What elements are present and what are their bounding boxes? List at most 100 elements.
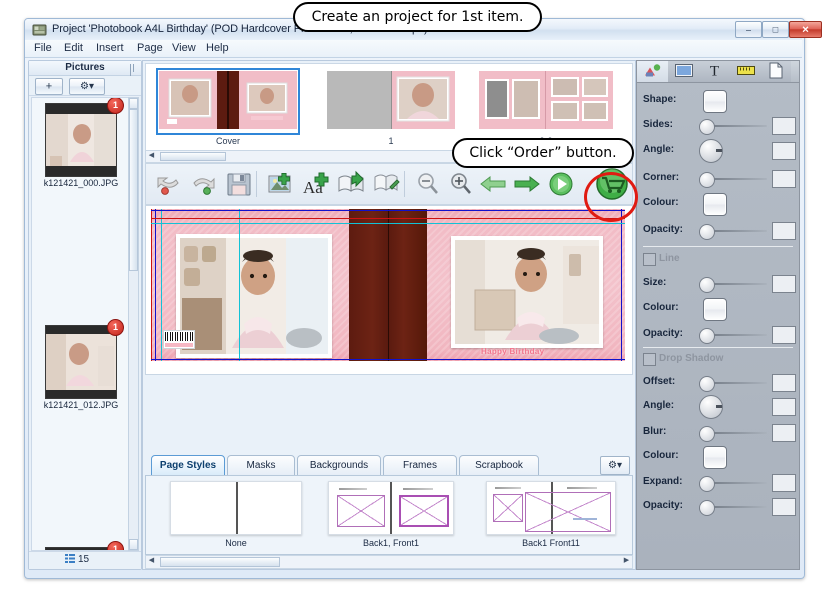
- scroll-left-icon[interactable]: ◀: [147, 152, 156, 160]
- zoom-out-button[interactable]: [412, 169, 442, 199]
- style-item-none[interactable]: None: [170, 481, 302, 548]
- tab-ruler[interactable]: [730, 61, 762, 82]
- save-button[interactable]: [224, 169, 254, 199]
- opacity-slider-knob[interactable]: [699, 224, 715, 240]
- shadow-opacity-slider-knob[interactable]: [699, 500, 715, 516]
- shape-icon: [644, 63, 662, 80]
- minimize-button[interactable]: –: [735, 21, 762, 38]
- photo-right[interactable]: [451, 236, 603, 348]
- maximize-button[interactable]: □: [762, 21, 789, 38]
- greeting-text[interactable]: Happy Birthday: [481, 347, 544, 356]
- expand-slider-knob[interactable]: [699, 476, 715, 492]
- property-row-line-toggle[interactable]: Line: [637, 249, 799, 273]
- add-image-button[interactable]: [266, 169, 296, 199]
- pictures-scrollbar[interactable]: [128, 97, 139, 551]
- shadow-colour-swatch[interactable]: [703, 446, 727, 469]
- previous-page-button[interactable]: [478, 169, 508, 199]
- style-item-back1-front1[interactable]: Back1, Front1: [328, 481, 454, 548]
- list-item[interactable]: 1 k121421_000.JPG: [32, 98, 130, 209]
- line-opacity-value-field[interactable]: [772, 326, 796, 344]
- panel-grip-icon[interactable]: [130, 64, 138, 80]
- scrollbar-thumb[interactable]: [160, 557, 280, 567]
- shadow-opacity-value-field[interactable]: [772, 498, 796, 516]
- pictures-options-button[interactable]: ⚙▾: [69, 78, 105, 95]
- picture-badge: 1: [107, 98, 124, 114]
- property-label: Offset:: [643, 376, 676, 387]
- menu-bar: File Edit Insert Page View Help: [25, 40, 802, 58]
- page-thumb-label: Cover: [215, 136, 240, 146]
- zoom-in-button[interactable]: [445, 169, 475, 199]
- style-options-button[interactable]: ⚙▾: [600, 456, 630, 475]
- page-thumb-2-3[interactable]: 2-3: [476, 68, 616, 146]
- line-checkbox[interactable]: [643, 253, 656, 266]
- canvas[interactable]: Happy Birthday: [145, 205, 633, 375]
- line-colour-swatch[interactable]: [703, 298, 727, 321]
- bottom-scrollbar[interactable]: ◀ ▶: [145, 555, 633, 569]
- tab-frame[interactable]: [668, 61, 700, 82]
- photo-left[interactable]: [176, 234, 332, 358]
- tab-scrapbook[interactable]: Scrapbook: [459, 455, 539, 476]
- property-row-drop-shadow-toggle[interactable]: Drop Shadow: [637, 349, 799, 373]
- menu-view[interactable]: View: [167, 42, 201, 55]
- tab-backgrounds[interactable]: Backgrounds: [297, 455, 381, 476]
- shape-swatch[interactable]: [703, 90, 727, 113]
- shadow-angle-dial[interactable]: [699, 395, 723, 419]
- expand-value-field[interactable]: [772, 474, 796, 492]
- menu-edit[interactable]: Edit: [59, 42, 88, 55]
- tab-masks[interactable]: Masks: [227, 455, 295, 476]
- line-opacity-slider-knob[interactable]: [699, 328, 715, 344]
- add-text-button[interactable]: Aa: [301, 169, 331, 199]
- scroll-right-icon[interactable]: ▶: [622, 557, 631, 565]
- undo-button[interactable]: [154, 169, 184, 199]
- angle-dial[interactable]: [699, 139, 723, 163]
- scroll-up-icon[interactable]: [129, 98, 138, 109]
- blur-slider-knob[interactable]: [699, 426, 715, 442]
- shadow-angle-value-field[interactable]: [772, 398, 796, 416]
- picture-thumbnail[interactable]: [45, 325, 117, 399]
- arrange-pages-button[interactable]: [371, 169, 401, 199]
- next-page-button[interactable]: [512, 169, 542, 199]
- page-thumb-cover[interactable]: Cover: [156, 68, 300, 146]
- blur-value-field[interactable]: [772, 424, 796, 442]
- page-spread[interactable]: Happy Birthday: [151, 209, 625, 361]
- tab-shape[interactable]: [637, 61, 669, 82]
- sides-value-field[interactable]: [772, 117, 796, 135]
- preview-button[interactable]: [546, 169, 576, 199]
- corner-value-field[interactable]: [772, 170, 796, 188]
- line-size-slider-knob[interactable]: [699, 277, 715, 293]
- picture-thumbnail[interactable]: [45, 103, 117, 177]
- drop-shadow-checkbox[interactable]: [643, 353, 656, 366]
- scroll-left-icon[interactable]: ◀: [147, 557, 156, 565]
- offset-slider-knob[interactable]: [699, 376, 715, 392]
- tab-page-styles[interactable]: Page Styles: [151, 455, 225, 476]
- close-button[interactable]: ✕: [789, 21, 822, 38]
- menu-file[interactable]: File: [29, 42, 57, 55]
- offset-value-field[interactable]: [772, 374, 796, 392]
- list-item[interactable]: 1 k121421_013.JPG: [32, 541, 130, 550]
- sides-slider-knob[interactable]: [699, 119, 715, 135]
- angle-value-field[interactable]: [772, 142, 796, 160]
- redo-button[interactable]: [188, 169, 218, 199]
- add-page-button[interactable]: [336, 169, 366, 199]
- menu-page[interactable]: Page: [132, 42, 168, 55]
- page-thumb-1[interactable]: 1: [324, 68, 458, 146]
- list-item[interactable]: 1 k121421_012.JPG: [32, 319, 130, 431]
- scrollbar-thumb[interactable]: [160, 152, 226, 161]
- order-button[interactable]: [595, 167, 629, 201]
- colour-swatch[interactable]: [703, 193, 727, 216]
- corner-slider-knob[interactable]: [699, 172, 715, 188]
- menu-insert[interactable]: Insert: [91, 42, 129, 55]
- tab-frames[interactable]: Frames: [383, 455, 457, 476]
- menu-help[interactable]: Help: [201, 42, 234, 55]
- picture-thumbnail-list[interactable]: 1 k121421_000.JPG 1 k121421_012.JPG 1: [31, 97, 131, 551]
- line-size-value-field[interactable]: [772, 275, 796, 293]
- tab-text[interactable]: T: [699, 61, 731, 82]
- app-icon: [32, 22, 47, 37]
- tab-page[interactable]: [761, 61, 791, 82]
- add-picture-button[interactable]: +: [35, 78, 63, 95]
- scrollbar-thumb[interactable]: [129, 109, 138, 271]
- opacity-value-field[interactable]: [772, 222, 796, 240]
- scroll-down-icon[interactable]: [129, 539, 138, 550]
- page-styles-pane[interactable]: None Back1, Front1 Back1 Front11: [145, 475, 633, 555]
- style-item-back1-front11[interactable]: Back1 Front11: [486, 481, 616, 548]
